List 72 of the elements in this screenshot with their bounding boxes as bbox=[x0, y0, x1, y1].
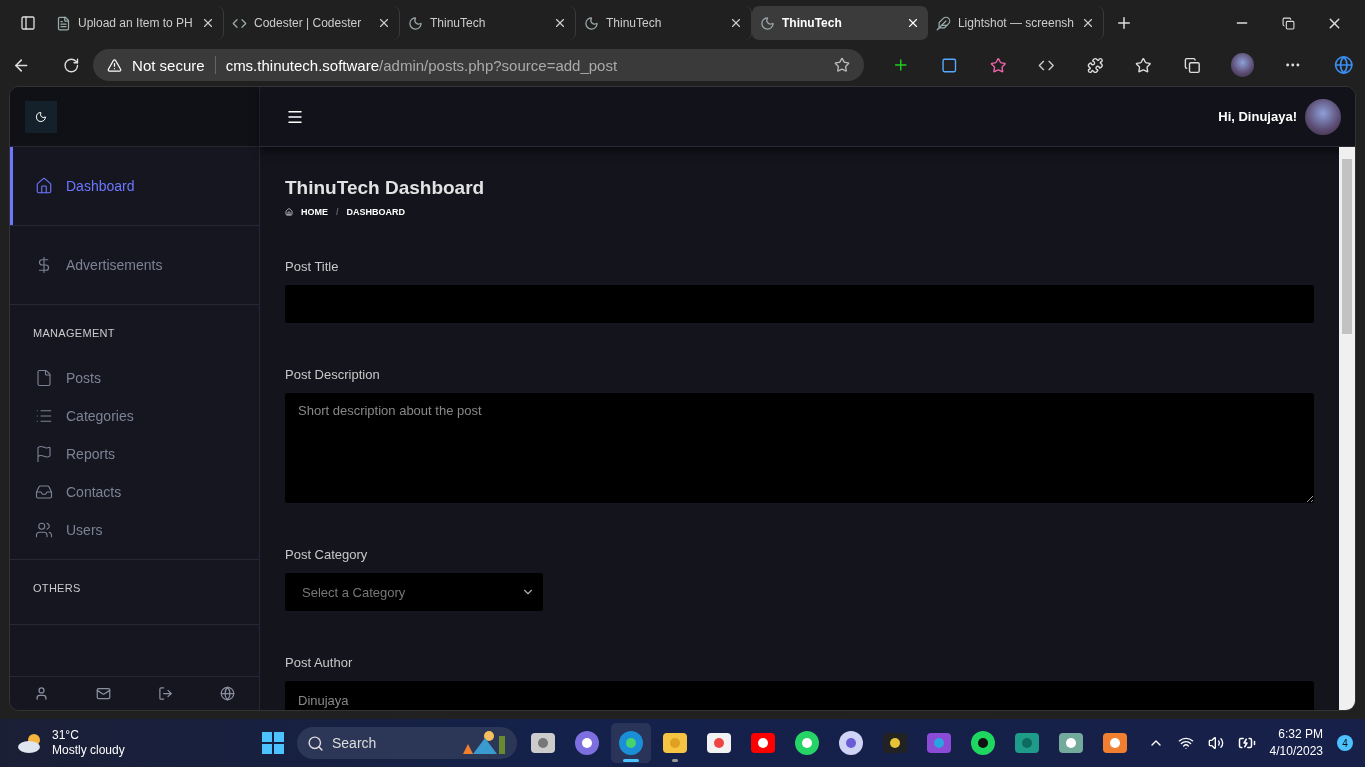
weather-text: Mostly cloudy bbox=[52, 743, 125, 758]
file-icon bbox=[35, 369, 53, 387]
tab-favicon-icon bbox=[584, 15, 599, 31]
warning-icon bbox=[107, 57, 123, 73]
flag-icon bbox=[35, 445, 53, 463]
field-label: Post Title bbox=[285, 259, 340, 274]
taskbar-app[interactable] bbox=[611, 723, 651, 763]
inbox-icon bbox=[35, 483, 53, 501]
extensions-icon[interactable] bbox=[1086, 56, 1104, 74]
extension-icon[interactable] bbox=[989, 56, 1007, 74]
collections-icon[interactable] bbox=[1184, 56, 1201, 74]
close-icon[interactable] bbox=[377, 16, 391, 30]
favorites-icon[interactable] bbox=[1135, 56, 1152, 74]
field-label: Post Description bbox=[285, 367, 381, 382]
list-icon bbox=[35, 407, 53, 425]
mail-icon[interactable] bbox=[95, 686, 111, 701]
user-icon[interactable] bbox=[33, 686, 49, 701]
browser-tab[interactable]: ThinuTech bbox=[400, 6, 576, 40]
browser-tab[interactable]: Lightshot — screensh bbox=[928, 6, 1104, 40]
scrollbar[interactable] bbox=[1339, 147, 1355, 710]
description-field[interactable]: Short description about the post bbox=[285, 393, 1314, 503]
input-field[interactable] bbox=[285, 285, 1314, 323]
category-select[interactable]: Select a Category bbox=[285, 573, 543, 611]
tab-favicon-icon bbox=[56, 15, 71, 31]
volume-icon[interactable] bbox=[1207, 735, 1224, 751]
clock[interactable]: 6:32 PM 4/10/2023 bbox=[1269, 726, 1323, 760]
start-icon[interactable] bbox=[261, 731, 285, 755]
field-label: Post Author bbox=[285, 655, 354, 670]
sidebar-item[interactable]: Contacts bbox=[10, 473, 259, 511]
greeting: Hi, Dinujaya! bbox=[1218, 109, 1297, 124]
globe-icon[interactable] bbox=[220, 686, 236, 701]
tab-favicon-icon bbox=[408, 15, 423, 31]
browser-tab[interactable]: Upload an Item to PH bbox=[48, 6, 224, 40]
field-label: Post Category bbox=[285, 547, 369, 562]
breadcrumb-separator: / bbox=[336, 207, 339, 217]
tab-favicon-icon bbox=[936, 15, 951, 31]
section-heading: MANAGEMENT bbox=[32, 326, 116, 341]
sidebar-item[interactable]: Reports bbox=[10, 435, 259, 473]
close-icon[interactable] bbox=[729, 16, 743, 30]
search-field[interactable]: Search bbox=[297, 727, 517, 759]
sidebar-item[interactable]: Advertisements bbox=[10, 226, 259, 304]
logout-icon[interactable] bbox=[158, 686, 174, 701]
search-icon bbox=[307, 734, 324, 752]
tab-favicon-icon bbox=[760, 15, 775, 31]
extension-icon[interactable] bbox=[941, 56, 958, 74]
notification-badge[interactable]: 4 bbox=[1337, 735, 1353, 751]
close-icon[interactable] bbox=[553, 16, 567, 30]
home-icon bbox=[285, 208, 293, 216]
logo-icon bbox=[25, 100, 57, 133]
sidebar-item[interactable]: Categories bbox=[10, 397, 259, 435]
reload-icon[interactable] bbox=[62, 56, 80, 74]
breadcrumb-link[interactable]: HOME bbox=[301, 207, 328, 217]
users-icon bbox=[35, 521, 53, 539]
input-field[interactable]: Dinujaya bbox=[285, 681, 1314, 710]
sidebar-item[interactable]: Dashboard bbox=[10, 147, 259, 225]
wifi-icon[interactable] bbox=[1177, 735, 1194, 751]
close-icon[interactable] bbox=[1081, 16, 1095, 30]
user-avatar[interactable] bbox=[1305, 98, 1341, 135]
profile-avatar[interactable] bbox=[1230, 53, 1254, 77]
temperature: 31°C bbox=[52, 728, 80, 743]
address-bar[interactable]: Not secure cms.thinutech.software/admin/posts.php?source=add_post bbox=[93, 49, 864, 81]
browser-tab[interactable]: Codester | Codester bbox=[224, 6, 400, 40]
section-heading: OTHERS bbox=[32, 581, 82, 596]
home-icon bbox=[35, 177, 53, 195]
sidebar-item[interactable]: Users bbox=[10, 511, 259, 549]
close-icon[interactable] bbox=[906, 16, 920, 30]
page-title: ThinuTech Dashboard bbox=[285, 177, 486, 199]
breadcrumb-link[interactable]: DASHBOARD bbox=[346, 207, 405, 217]
close-icon[interactable] bbox=[201, 16, 215, 30]
browser-tab[interactable]: ThinuTech bbox=[752, 6, 928, 40]
favorite-icon[interactable] bbox=[833, 57, 850, 73]
sidebar-item[interactable]: Posts bbox=[10, 359, 259, 397]
